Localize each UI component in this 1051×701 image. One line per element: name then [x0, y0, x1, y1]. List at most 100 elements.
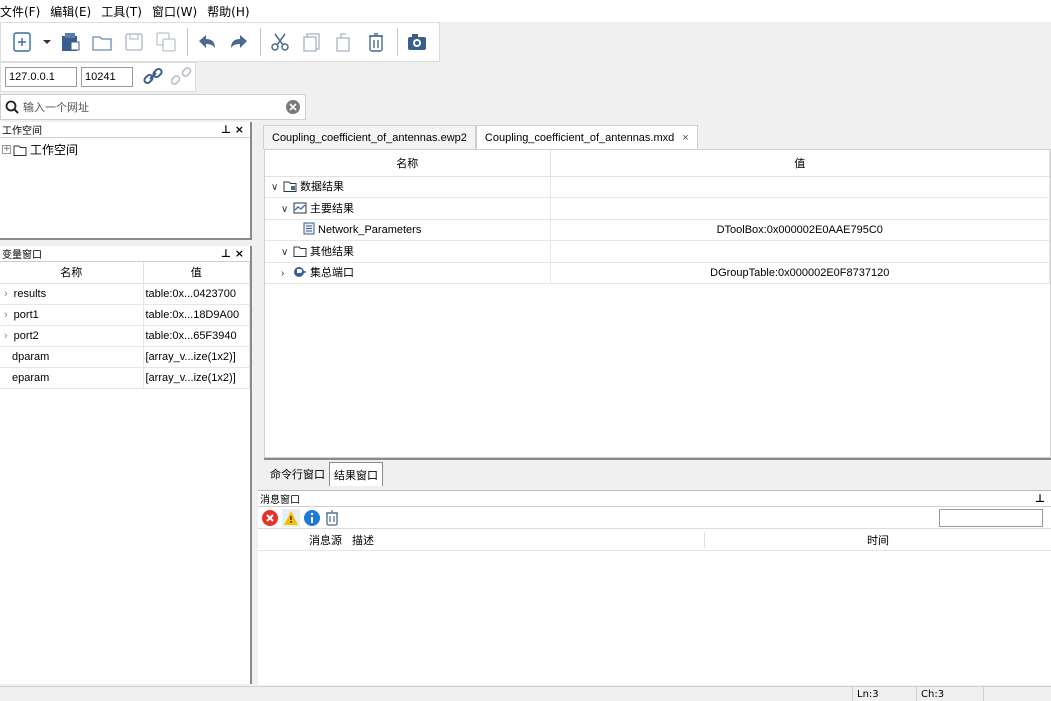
message-search-input[interactable] [939, 509, 1043, 527]
menu-bar: 文件(F) 编辑(E) 工具(T) 窗口(W) 帮助(H) [0, 0, 1051, 22]
paste-icon [336, 33, 350, 52]
tab-command-window[interactable]: 命令行窗口 [266, 462, 329, 486]
table-row[interactable]: › port1 table:0x...18D9A00 [0, 304, 250, 326]
variable-name-cell: eparam [0, 367, 144, 389]
table-row[interactable]: › results table:0x...0423700 [0, 283, 250, 305]
column-header-name[interactable]: 名称 [0, 262, 144, 284]
tree-item-icon-wrap [303, 222, 315, 238]
delete-button[interactable] [363, 29, 389, 55]
tab-mxd[interactable]: Coupling_coefficient_of_antennas.mxd × [475, 125, 698, 149]
workspace-tree-root[interactable]: + 工作空间 [0, 138, 250, 161]
tree-row[interactable]: Network_Parameters DToolBox:0x000002E0AAE… [265, 219, 1050, 241]
column-header-source[interactable]: 消息源 [258, 532, 348, 548]
tree-item-value [550, 197, 1050, 220]
tree-item-value: DGroupTable:0x000002E0F8737120 [550, 262, 1050, 284]
column-header-name[interactable]: 名称 [265, 150, 551, 177]
bottom-tab-bar: 命令行窗口 结果窗口 [264, 458, 1051, 486]
column-header-value[interactable]: 值 [143, 262, 250, 284]
tree-name-cell: Network_Parameters [265, 219, 551, 241]
message-panel: 消息窗口 ⊥ 消息源 描述 时间 [258, 490, 1051, 685]
warning-filter-icon[interactable] [282, 508, 300, 527]
variable-value: table:0x...65F3940 [143, 325, 250, 347]
clear-icon[interactable] [285, 99, 301, 115]
connection-bar [0, 62, 196, 92]
variable-value: [array_v...ize(1x2)] [143, 346, 250, 368]
workspace-panel-title: 工作空间 ⊥ × [0, 122, 250, 138]
screenshot-button[interactable] [404, 29, 430, 55]
info-filter-icon[interactable] [303, 509, 321, 527]
port-input[interactable] [81, 67, 133, 87]
variable-name: results [13, 287, 47, 300]
menu-help[interactable]: 帮助(H) [207, 3, 255, 20]
chevron-right-icon[interactable]: › [281, 268, 293, 279]
tree-item-icon-wrap [293, 202, 307, 217]
chevron-down-icon[interactable]: ∨ [271, 182, 283, 193]
new-file-dropdown[interactable] [41, 29, 53, 55]
cut-button[interactable] [267, 29, 293, 55]
host-input[interactable] [5, 67, 77, 87]
column-header-time[interactable]: 时间 [704, 531, 1051, 548]
message-panel-title: 消息窗口 ⊥ [258, 491, 1051, 507]
tree-row[interactable]: › 集总端口 DGroupTable:0x000002E0F8737120 [265, 262, 1050, 284]
paste-button[interactable] [331, 29, 357, 55]
chevron-down-icon[interactable]: ∨ [281, 247, 293, 258]
project-icon [62, 33, 80, 51]
menu-window[interactable]: 窗口(W) [152, 3, 203, 20]
table-row[interactable]: › port2 table:0x...65F3940 [0, 325, 250, 347]
expand-arrow-icon[interactable]: › [4, 288, 8, 300]
project-button[interactable] [57, 29, 83, 55]
variable-name-cell: › port2 [0, 325, 144, 347]
tree-item-icon-wrap [283, 180, 297, 195]
menu-edit[interactable]: 编辑(E) [50, 3, 97, 20]
clear-messages-icon[interactable] [325, 509, 339, 526]
menu-file[interactable]: 文件(F) [0, 3, 46, 20]
undo-button[interactable] [194, 29, 220, 55]
variable-name-cell: › results [0, 283, 144, 305]
variable-panel: 变量窗口 ⊥ × 名称 值 › results table:0x...0423700… [0, 246, 252, 684]
column-header-value[interactable]: 值 [550, 150, 1050, 177]
save-button[interactable] [121, 29, 147, 55]
cut-icon [271, 33, 289, 51]
menu-tools[interactable]: 工具(T) [101, 3, 148, 20]
status-line: Ln:3 [852, 687, 916, 701]
close-icon[interactable]: × [682, 132, 688, 144]
expand-arrow-icon[interactable]: › [4, 330, 8, 342]
chevron-down-icon[interactable]: ∨ [281, 204, 293, 215]
variable-value: [array_v...ize(1x2)] [143, 367, 250, 389]
variable-name-cell: › port1 [0, 304, 144, 326]
open-folder-button[interactable] [89, 29, 115, 55]
tab-ewp2[interactable]: Coupling_coefficient_of_antennas.ewp2 [263, 125, 476, 149]
panel-pin[interactable]: ⊥ [1035, 492, 1045, 505]
panel-pin-close[interactable]: ⊥ × [221, 247, 244, 260]
copy-button[interactable] [299, 29, 325, 55]
redo-button[interactable] [226, 29, 252, 55]
connect-button[interactable] [141, 64, 165, 91]
tree-name-cell: ∨ 主要结果 [265, 197, 551, 220]
variable-title-text: 变量窗口 [2, 250, 42, 261]
disconnect-button[interactable] [169, 64, 193, 91]
new-file-button[interactable] [9, 29, 35, 55]
tree-item-icon-wrap [293, 245, 307, 260]
status-column: Ch:3 [916, 687, 984, 701]
data-folder-icon [283, 181, 297, 193]
save-icon [125, 33, 143, 51]
table-row[interactable]: eparam [array_v...ize(1x2)] [0, 367, 250, 389]
tree-row[interactable]: ∨ 数据结果 [265, 176, 1050, 198]
save-all-button[interactable] [153, 29, 179, 55]
expand-arrow-icon[interactable]: › [4, 309, 8, 321]
column-header-description[interactable]: 描述 [348, 532, 704, 548]
tab-result-window[interactable]: 结果窗口 [329, 462, 383, 486]
tree-row[interactable]: ∨ 主要结果 [265, 197, 1050, 220]
panel-pin-close[interactable]: ⊥ × [221, 123, 244, 136]
error-filter-icon[interactable] [261, 509, 279, 527]
url-search-input[interactable]: 输入一个网址 [23, 99, 285, 115]
tree-row[interactable]: ∨ 其他结果 [265, 240, 1050, 263]
unlink-icon [170, 66, 192, 85]
folder-icon [13, 145, 27, 156]
table-row[interactable]: dparam [array_v...ize(1x2)] [0, 346, 250, 368]
tree-expand-icon[interactable]: + [2, 145, 11, 154]
variable-name: dparam [12, 350, 50, 363]
delete-icon [369, 33, 383, 52]
tree-item-value [550, 176, 1050, 198]
tree-item-value [550, 240, 1050, 263]
